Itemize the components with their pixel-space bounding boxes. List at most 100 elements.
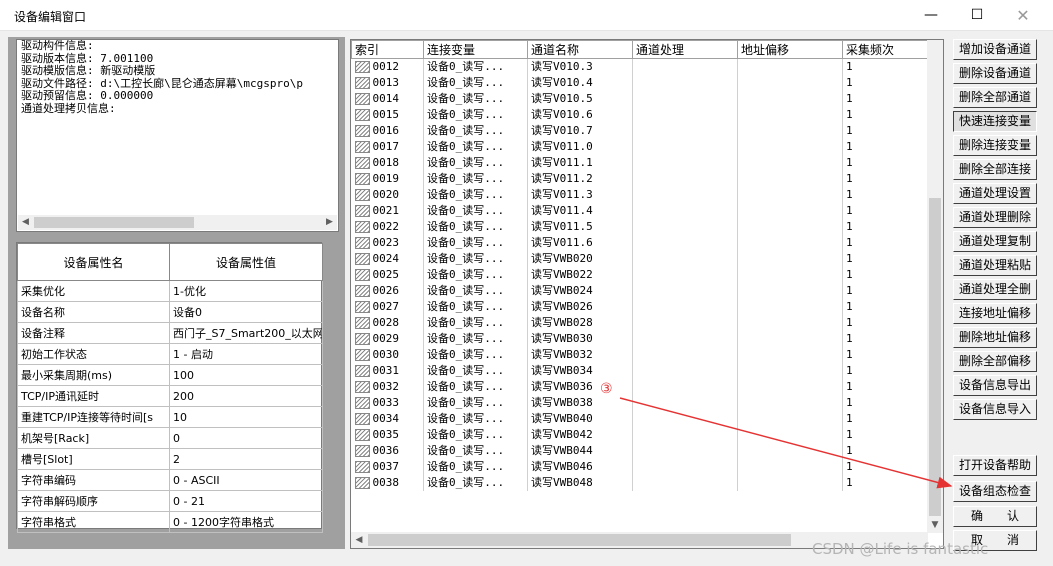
channel-row[interactable]: 0034 设备0_读写... 读写VWB040 1 <box>351 411 929 427</box>
property-value-cell[interactable]: 1-优化 <box>169 280 323 302</box>
channel-row[interactable]: 0027 设备0_读写... 读写VWB026 1 <box>351 299 929 315</box>
property-row[interactable]: 机架号[Rack] 0 <box>17 427 323 449</box>
channel-row[interactable]: 0023 设备0_读写... 读写V011.6 1 <box>351 235 929 251</box>
channel-row[interactable]: 0015 设备0_读写... 读写V010.6 1 <box>351 107 929 123</box>
col-freq-header[interactable]: 采集频次 <box>842 40 929 59</box>
close-button[interactable]: ✕ <box>1000 0 1046 30</box>
delete-connect-var-button[interactable]: 删除连接变量 <box>953 135 1037 156</box>
driver-info-hscrollbar[interactable]: ◀ ▶ <box>18 215 337 230</box>
channel-row[interactable]: 0020 设备0_读写... 读写V011.3 1 <box>351 187 929 203</box>
property-value-cell[interactable]: 10 <box>169 406 323 428</box>
channel-row[interactable]: 0031 设备0_读写... 读写VWB034 1 <box>351 363 929 379</box>
delete-all-connect-button[interactable]: 删除全部连接 <box>953 159 1037 180</box>
property-name-cell: 机架号[Rack] <box>17 427 170 449</box>
property-row[interactable]: 初始工作状态 1 - 启动 <box>17 343 323 365</box>
col-channel-proc-header[interactable]: 通道处理 <box>632 40 738 59</box>
channel-row[interactable]: 0025 设备0_读写... 读写VWB022 1 <box>351 267 929 283</box>
channel-proc-paste-button[interactable]: 通道处理粘贴 <box>953 255 1037 276</box>
property-value-cell[interactable]: 2 <box>169 448 323 470</box>
channel-proc-delete-button[interactable]: 通道处理删除 <box>953 207 1037 228</box>
property-value-cell[interactable]: 100 <box>169 364 323 386</box>
channel-row[interactable]: 0029 设备0_读写... 读写VWB030 1 <box>351 331 929 347</box>
col-index-header[interactable]: 索引 <box>351 40 424 59</box>
device-properties-table: 设备属性名 设备属性值 采集优化 1-优化 设备名称 设备0 设备注释 西门子_S7_Sm… <box>16 242 323 533</box>
property-value-cell[interactable]: 设备0 <box>169 301 323 323</box>
scroll-down-arrow-icon[interactable]: ▼ <box>927 517 943 533</box>
channel-row[interactable]: 0028 设备0_读写... 读写VWB028 1 <box>351 315 929 331</box>
channel-row[interactable]: 0017 设备0_读写... 读写V011.0 1 <box>351 139 929 155</box>
property-value-cell[interactable]: 0 - ASCII <box>169 469 323 491</box>
property-row[interactable]: TCP/IP通讯延时 200 <box>17 385 323 407</box>
confirm-button[interactable]: 确 认 <box>953 506 1037 527</box>
channel-row[interactable]: 0018 设备0_读写... 读写V011.1 1 <box>351 155 929 171</box>
property-value-cell[interactable]: 1 - 启动 <box>169 343 323 365</box>
scroll-left-arrow-icon[interactable]: ◀ <box>351 532 367 548</box>
delete-all-channels-button[interactable]: 删除全部通道 <box>953 87 1037 108</box>
channel-row[interactable]: 0016 设备0_读写... 读写V010.7 1 <box>351 123 929 139</box>
export-device-info-button[interactable]: 设备信息导出 <box>953 375 1037 396</box>
channel-row[interactable]: 0037 设备0_读写... 读写VWB046 1 <box>351 459 929 475</box>
channel-row[interactable]: 0038 设备0_读写... 读写VWB048 1 <box>351 475 929 491</box>
add-channel-button[interactable]: 增加设备通道 <box>953 39 1037 60</box>
scroll-left-arrow-icon[interactable]: ◀ <box>18 215 33 230</box>
quick-connect-var-button[interactable]: 快速连接变量 <box>953 111 1037 132</box>
property-name-cell: 字符串编码 <box>17 469 170 491</box>
property-row[interactable]: 字符串格式 0 - 1200字符串格式 <box>17 511 323 533</box>
channel-row[interactable]: 0033 设备0_读写... 读写VWB038 1 <box>351 395 929 411</box>
device-config-check-button[interactable]: 设备组态检查 <box>953 481 1037 502</box>
minimize-button[interactable]: — <box>908 0 954 30</box>
channel-row[interactable]: 0024 设备0_读写... 读写VWB020 1 <box>351 251 929 267</box>
col-addr-offset-header[interactable]: 地址偏移 <box>737 40 843 59</box>
channel-index-cell: 0014 <box>351 91 424 107</box>
col-channel-name-header[interactable]: 通道名称 <box>527 40 633 59</box>
property-row[interactable]: 最小采集周期(ms) 100 <box>17 364 323 386</box>
property-row[interactable]: 字符串解码顺序 0 - 21 <box>17 490 323 512</box>
channel-proc-set-button[interactable]: 通道处理设置 <box>953 183 1037 204</box>
channel-row[interactable]: 0019 设备0_读写... 读写V011.2 1 <box>351 171 929 187</box>
property-row[interactable]: 槽号[Slot] 2 <box>17 448 323 470</box>
open-device-help-button[interactable]: 打开设备帮助 <box>953 455 1037 476</box>
channel-proc-delete-all-button[interactable]: 通道处理全删 <box>953 279 1037 300</box>
property-value-cell[interactable]: 0 - 1200字符串格式 <box>169 511 323 533</box>
property-value-cell[interactable]: 200 <box>169 385 323 407</box>
property-row[interactable]: 采集优化 1-优化 <box>17 280 323 302</box>
property-value-cell[interactable]: 0 - 21 <box>169 490 323 512</box>
scroll-thumb[interactable] <box>34 217 194 228</box>
col-connect-var-header[interactable]: 连接变量 <box>423 40 528 59</box>
channel-name-cell: 读写V010.6 <box>527 107 633 123</box>
property-row[interactable]: 重建TCP/IP连接等待时间[s 10 <box>17 406 323 428</box>
property-row[interactable]: 设备名称 设备0 <box>17 301 323 323</box>
property-value-cell[interactable]: 西门子_S7_Smart200_以太网 <box>169 322 323 344</box>
scroll-thumb[interactable] <box>929 198 941 516</box>
maximize-button[interactable]: ☐ <box>954 0 1000 30</box>
connect-addr-offset-button[interactable]: 连接地址偏移 <box>953 303 1037 324</box>
channel-proc-copy-button[interactable]: 通道处理复制 <box>953 231 1037 252</box>
scroll-thumb[interactable] <box>368 534 791 546</box>
delete-addr-offset-button[interactable]: 删除地址偏移 <box>953 327 1037 348</box>
channel-row[interactable]: 0036 设备0_读写... 读写VWB044 1 <box>351 443 929 459</box>
channel-name-cell: 读写V011.2 <box>527 171 633 187</box>
scroll-right-arrow-icon[interactable]: ▶ <box>322 215 337 230</box>
channel-row[interactable]: 0013 设备0_读写... 读写V010.4 1 <box>351 75 929 91</box>
delete-channel-button[interactable]: 删除设备通道 <box>953 63 1037 84</box>
channel-row[interactable]: 0026 设备0_读写... 读写VWB024 1 <box>351 283 929 299</box>
property-name-cell: 最小采集周期(ms) <box>17 364 170 386</box>
channel-row[interactable]: 0012 设备0_读写... 读写V010.3 1 <box>351 58 929 75</box>
channel-name-cell: 读写VWB038 <box>527 395 633 411</box>
import-device-info-button[interactable]: 设备信息导入 <box>953 399 1037 420</box>
property-row[interactable]: 字符串编码 0 - ASCII <box>17 469 323 491</box>
channel-row[interactable]: 0021 设备0_读写... 读写V011.4 1 <box>351 203 929 219</box>
channel-row[interactable]: 0032 设备0_读写... 读写VWB036 1 <box>351 379 929 395</box>
channel-row[interactable]: 0022 设备0_读写... 读写V011.5 1 <box>351 219 929 235</box>
channel-vscrollbar[interactable]: ▼ <box>927 40 943 533</box>
channel-row[interactable]: 0030 设备0_读写... 读写VWB032 1 <box>351 347 929 363</box>
channel-index-text: 0026 <box>372 284 400 297</box>
property-row[interactable]: 设备注释 西门子_S7_Smart200_以太网 <box>17 322 323 344</box>
channel-row[interactable]: 0035 设备0_读写... 读写VWB042 1 <box>351 427 929 443</box>
channel-row[interactable]: 0014 设备0_读写... 读写V010.5 1 <box>351 91 929 107</box>
channel-connect-var-cell: 设备0_读写... <box>423 58 528 75</box>
delete-all-offset-button[interactable]: 删除全部偏移 <box>953 351 1037 372</box>
channel-proc-cell <box>632 187 738 203</box>
channel-offset-cell <box>737 347 843 363</box>
property-value-cell[interactable]: 0 <box>169 427 323 449</box>
